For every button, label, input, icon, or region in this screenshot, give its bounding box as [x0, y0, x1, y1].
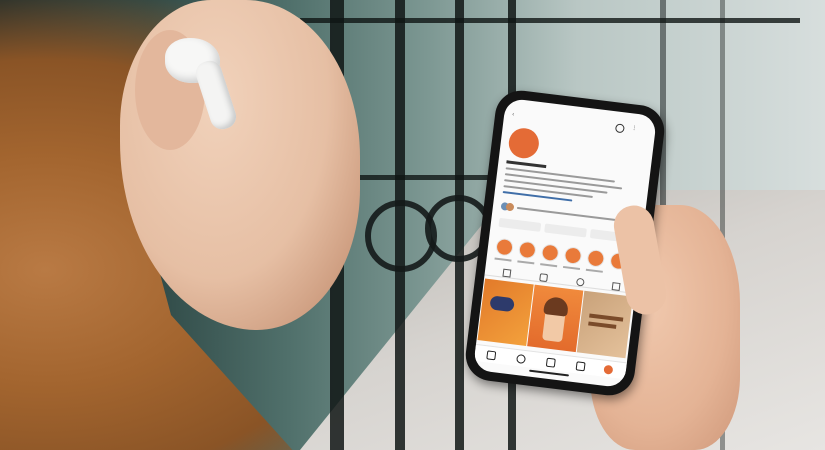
story-highlight-label: [540, 263, 558, 268]
post-tile[interactable]: [527, 284, 584, 353]
speech-bubble-icon: [489, 295, 515, 313]
notification-icon[interactable]: [614, 123, 625, 134]
story-highlight[interactable]: [563, 246, 583, 266]
post-tile[interactable]: [477, 278, 534, 347]
stat-following[interactable]: [613, 145, 639, 148]
tagged-tab-icon[interactable]: [611, 282, 621, 292]
story-highlight[interactable]: [540, 243, 560, 263]
story-highlight-label: [562, 265, 581, 271]
profile-logo-avatar[interactable]: [507, 126, 541, 160]
back-arrow-icon[interactable]: ‹: [512, 112, 515, 118]
story-highlight-label: [585, 268, 603, 273]
home-icon[interactable]: [486, 350, 497, 361]
tile-text-line: [588, 321, 617, 329]
story-highlight[interactable]: [517, 240, 537, 260]
story-highlight-label: [517, 260, 535, 265]
following-button[interactable]: [498, 217, 542, 232]
story-highlight-label: [494, 257, 512, 262]
story-highlight[interactable]: [586, 248, 606, 268]
search-icon[interactable]: [516, 353, 527, 365]
profile-icon[interactable]: [603, 364, 614, 375]
reels-tab-icon[interactable]: [539, 273, 549, 283]
message-button[interactable]: [544, 223, 587, 238]
window-frame-rail: [300, 18, 800, 23]
shop-icon[interactable]: [575, 361, 586, 372]
stat-followers[interactable]: [582, 141, 608, 144]
photo-scene: ‹ ⋮: [0, 0, 825, 450]
tile-text-line: [589, 313, 624, 322]
post-tile[interactable]: [576, 290, 633, 359]
shop-tab-icon[interactable]: [575, 277, 585, 287]
person-hair: [543, 296, 570, 317]
profile-name: [506, 160, 547, 169]
grid-tab-icon[interactable]: [502, 268, 512, 278]
story-highlight[interactable]: [495, 237, 515, 257]
follower-avatar: [505, 202, 515, 212]
reels-icon[interactable]: [545, 357, 556, 368]
more-options-icon[interactable]: ⋮: [631, 125, 637, 132]
stat-posts[interactable]: [550, 137, 576, 140]
